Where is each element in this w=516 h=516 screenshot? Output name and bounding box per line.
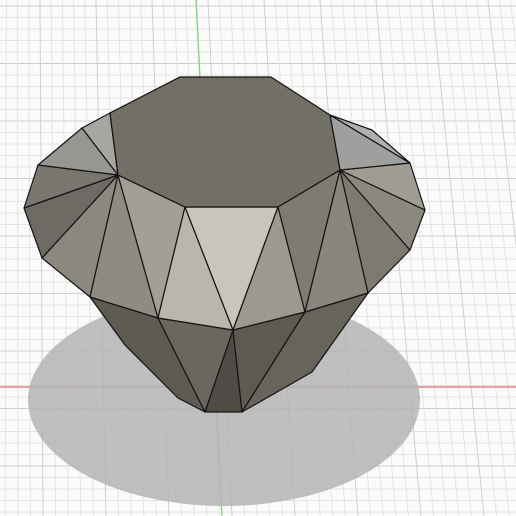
gem-table-facet[interactable] xyxy=(109,76,341,208)
grid-line xyxy=(4,0,7,516)
grid-line xyxy=(431,0,485,516)
grid-line xyxy=(28,0,31,516)
3d-viewport[interactable] xyxy=(0,0,516,516)
grid-line xyxy=(420,0,472,516)
grid-line xyxy=(487,0,516,250)
grid-line xyxy=(453,0,510,516)
viewport-canvas[interactable] xyxy=(0,0,516,516)
